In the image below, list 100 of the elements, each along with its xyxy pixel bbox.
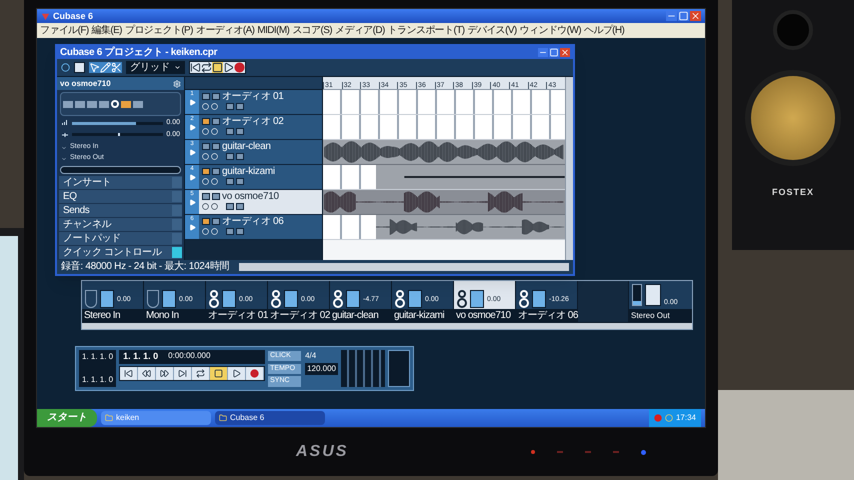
taskbar-button[interactable]: Cubase 6 — [215, 411, 325, 425]
minimize-button[interactable] — [666, 11, 677, 21]
knob-icon[interactable] — [209, 290, 219, 308]
menu-item[interactable]: 編集(E) — [92, 26, 122, 36]
track-name: vo osmoe710 — [222, 191, 279, 202]
vertical-scrollbar[interactable] — [565, 77, 573, 260]
menu-item[interactable]: MIDI(M) — [257, 26, 290, 36]
folder-icon — [105, 414, 113, 422]
loop-icon[interactable] — [201, 62, 212, 73]
read-button[interactable] — [226, 178, 234, 185]
read-button[interactable] — [226, 153, 234, 160]
solo-button[interactable] — [212, 218, 220, 225]
play-icon — [188, 149, 196, 156]
scissors-tool-icon[interactable] — [111, 62, 122, 73]
section-toggle[interactable] — [172, 177, 182, 188]
stop-button[interactable] — [210, 366, 228, 380]
record-button[interactable] — [202, 118, 210, 125]
inspector-section[interactable]: インサート — [59, 176, 182, 189]
pan-slider[interactable] — [72, 133, 164, 136]
menu-item[interactable]: デバイス(V) — [468, 26, 517, 36]
snap-dropdown[interactable]: グリッド — [126, 61, 185, 74]
start-button[interactable]: スタート — [37, 409, 97, 427]
inspector-section[interactable]: EQ — [59, 190, 182, 203]
pointer-tool-icon[interactable] — [89, 62, 100, 73]
read-button[interactable] — [226, 203, 234, 210]
pan-thumb[interactable] — [118, 133, 120, 136]
horizontal-scrollbar[interactable] — [239, 263, 569, 271]
output-meter-drawing — [632, 284, 642, 306]
record-button[interactable] — [202, 218, 210, 225]
write-button[interactable] — [236, 203, 244, 210]
mixer-scrollbar[interactable] — [82, 322, 692, 329]
write-button[interactable] — [236, 103, 244, 110]
write-button[interactable] — [236, 128, 244, 135]
read-button[interactable] — [226, 103, 234, 110]
caret-icon — [174, 64, 181, 71]
settings-icon[interactable] — [173, 80, 181, 88]
read-button[interactable] — [226, 228, 234, 235]
right-locator: 1. 1. 1. 0 — [82, 374, 114, 386]
mode-button[interactable] — [74, 62, 85, 73]
bar-position: 1. 1. 1. 0 — [123, 350, 158, 363]
solo-button[interactable] — [212, 143, 220, 150]
inspector-section[interactable]: Sends — [59, 204, 182, 217]
knob-icon[interactable] — [519, 290, 529, 308]
inspector-section[interactable]: ノートパッド — [59, 232, 182, 245]
record-icon — [250, 368, 260, 378]
output-meter-drawing — [388, 350, 410, 386]
record-button[interactable] — [202, 168, 210, 175]
inspector-section[interactable]: クイック コントロール — [59, 246, 182, 259]
section-toggle[interactable] — [172, 247, 182, 258]
audio-clip[interactable] — [376, 165, 565, 189]
time-position: 0:00:00.000 — [168, 350, 210, 362]
knob-icon[interactable] — [457, 290, 467, 308]
knob-icon[interactable] — [333, 290, 343, 308]
record-icon[interactable] — [234, 62, 245, 73]
play-icon — [188, 124, 196, 131]
menu-item[interactable]: ウィンドウ(W) — [520, 26, 581, 36]
play-icon[interactable] — [223, 62, 234, 73]
led-indicator — [531, 450, 535, 454]
read-button[interactable] — [226, 128, 234, 135]
fast-forward-icon — [160, 368, 170, 378]
menu-item[interactable]: トランスポート(T) — [388, 26, 464, 36]
minimize-button[interactable] — [538, 48, 548, 57]
section-toggle[interactable] — [172, 205, 182, 216]
write-button[interactable] — [236, 178, 244, 185]
channel-name: vo osmoe710 — [456, 310, 511, 320]
close-button[interactable] — [690, 11, 701, 21]
menu-item[interactable]: オーディオ(A) — [196, 26, 254, 36]
solo-button[interactable] — [212, 118, 220, 125]
stop-icon[interactable] — [212, 62, 223, 73]
channel-name: Stereo In — [84, 310, 120, 320]
menu-item[interactable]: メディア(D) — [335, 26, 385, 36]
inspector-section[interactable]: チャンネル — [59, 218, 182, 231]
volume-slider[interactable] — [72, 122, 164, 125]
write-button[interactable] — [236, 228, 244, 235]
inspector-track-bar[interactable]: vo osmoe710 — [57, 77, 184, 90]
skip-to-end-icon — [178, 368, 188, 378]
knob-icon[interactable] — [395, 290, 405, 308]
maximize-button[interactable] — [549, 48, 559, 57]
close-button[interactable] — [560, 48, 570, 57]
menu-item[interactable]: ファイル(F) — [40, 26, 89, 36]
pencil-tool-icon[interactable] — [100, 62, 111, 73]
write-button[interactable] — [236, 153, 244, 160]
state-icon[interactable] — [61, 63, 70, 72]
section-toggle[interactable] — [172, 219, 182, 230]
knob-icon[interactable] — [271, 290, 281, 308]
solo-button[interactable] — [212, 93, 220, 100]
signature-value: 4/4 — [305, 350, 318, 362]
section-toggle[interactable] — [172, 191, 182, 202]
section-toggle[interactable] — [172, 233, 182, 244]
menu-item[interactable]: プロジェクト(P) — [124, 26, 193, 36]
channel-fader-drawing — [532, 290, 546, 308]
menu-item[interactable]: ヘルプ(H) — [584, 26, 624, 36]
channel-strip-bar[interactable] — [60, 166, 181, 174]
channel-name: オーディオ 01 — [208, 310, 268, 320]
rewind-to-start-icon[interactable] — [190, 62, 201, 73]
solo-button[interactable] — [212, 193, 220, 200]
menu-item[interactable]: スコア(S) — [292, 26, 332, 36]
maximize-button[interactable] — [678, 11, 689, 21]
solo-button[interactable] — [212, 168, 220, 175]
play-icon — [188, 174, 196, 181]
